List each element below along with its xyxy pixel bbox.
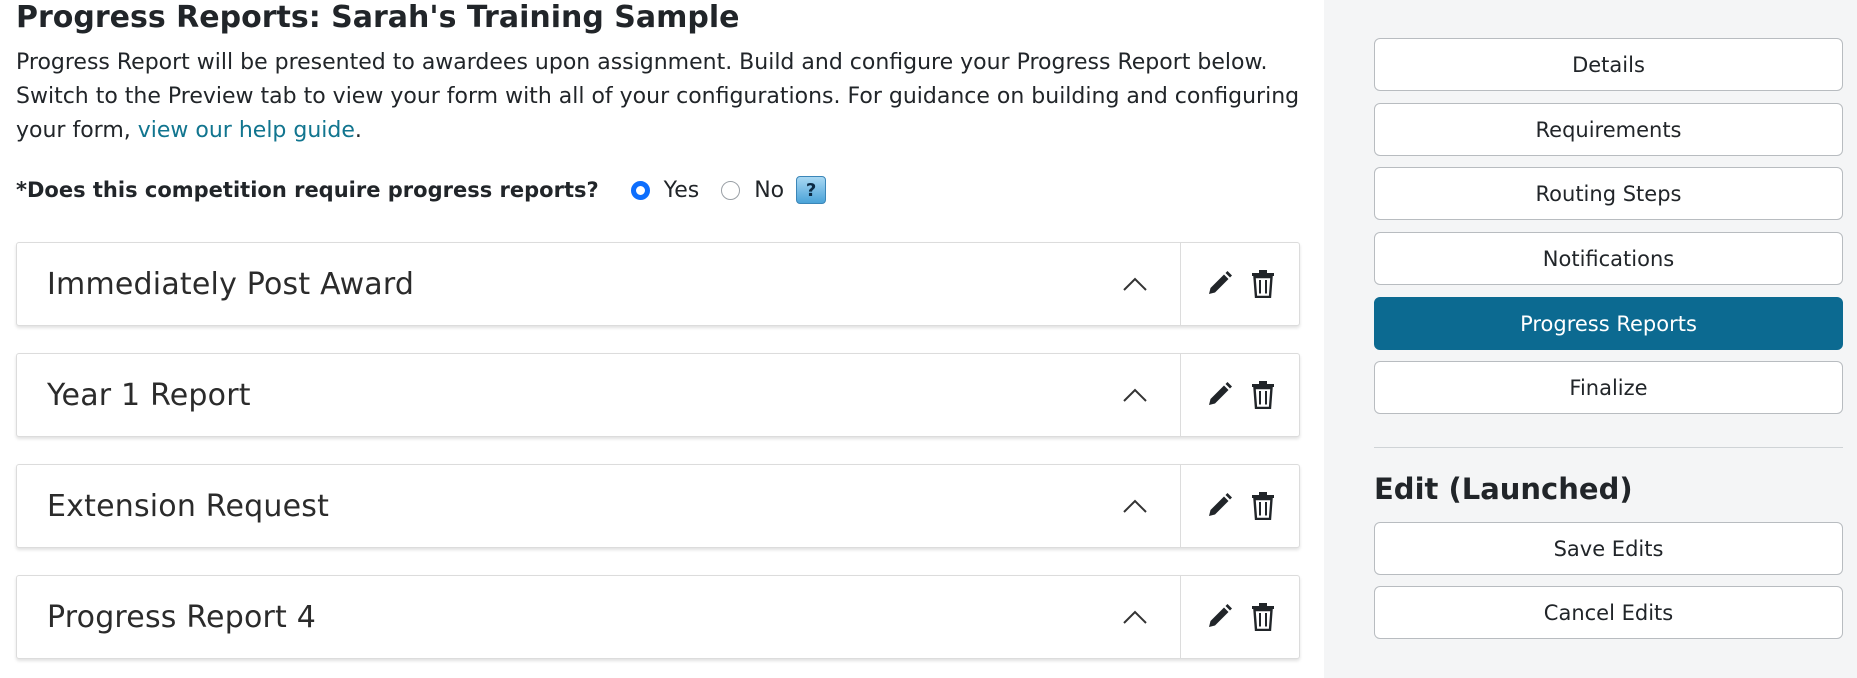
trash-icon[interactable] bbox=[1251, 603, 1275, 631]
report-title: Immediately Post Award bbox=[47, 266, 415, 302]
pencil-icon[interactable] bbox=[1205, 492, 1233, 520]
page-description: Progress Report will be presented to awa… bbox=[16, 46, 1306, 148]
radio-yes-label: Yes bbox=[663, 177, 700, 203]
nav-details-button[interactable]: Details bbox=[1374, 38, 1843, 91]
report-actions bbox=[1181, 576, 1299, 658]
progress-reports-question: *Does this competition require progress … bbox=[16, 172, 827, 208]
pencil-icon[interactable] bbox=[1205, 603, 1233, 631]
sidebar: Details Requirements Routing Steps Notif… bbox=[1324, 0, 1857, 678]
report-actions bbox=[1181, 354, 1299, 436]
page-title: Progress Reports: Sarah's Training Sampl… bbox=[16, 0, 740, 35]
sidebar-divider bbox=[1374, 447, 1843, 448]
help-guide-link[interactable]: view our help guide bbox=[138, 118, 355, 143]
chevron-up-icon[interactable] bbox=[1122, 387, 1148, 403]
report-card-header[interactable]: Progress Report 4 bbox=[17, 576, 1181, 658]
nav-finalize-button[interactable]: Finalize bbox=[1374, 361, 1843, 414]
edit-section-title: Edit (Launched) bbox=[1374, 472, 1633, 506]
radio-yes[interactable] bbox=[630, 180, 650, 200]
trash-icon[interactable] bbox=[1251, 492, 1275, 520]
save-edits-button[interactable]: Save Edits bbox=[1374, 522, 1843, 575]
report-card: Progress Report 4 bbox=[16, 575, 1300, 659]
report-actions bbox=[1181, 465, 1299, 547]
report-card: Immediately Post Award bbox=[16, 242, 1300, 326]
report-title: Progress Report 4 bbox=[47, 599, 317, 635]
report-title: Year 1 Report bbox=[47, 377, 251, 413]
nav-progress-reports-button[interactable]: Progress Reports bbox=[1374, 297, 1843, 350]
radio-option-no[interactable]: No bbox=[721, 178, 784, 203]
nav-routing-steps-button[interactable]: Routing Steps bbox=[1374, 167, 1843, 220]
radio-option-yes[interactable]: Yes bbox=[630, 177, 700, 203]
report-actions bbox=[1181, 243, 1299, 325]
chevron-up-icon[interactable] bbox=[1122, 498, 1148, 514]
report-card-header[interactable]: Extension Request bbox=[17, 465, 1181, 547]
report-title: Extension Request bbox=[47, 488, 330, 524]
trash-icon[interactable] bbox=[1251, 381, 1275, 409]
chevron-up-icon[interactable] bbox=[1122, 609, 1148, 625]
radio-no-label: No bbox=[754, 177, 785, 203]
description-end: . bbox=[354, 118, 362, 143]
report-card: Year 1 Report bbox=[16, 353, 1300, 437]
pencil-icon[interactable] bbox=[1205, 381, 1233, 409]
question-label: *Does this competition require progress … bbox=[16, 178, 599, 202]
pencil-icon[interactable] bbox=[1205, 270, 1233, 298]
report-card-header[interactable]: Immediately Post Award bbox=[17, 243, 1181, 325]
report-card-header[interactable]: Year 1 Report bbox=[17, 354, 1181, 436]
cancel-edits-button[interactable]: Cancel Edits bbox=[1374, 586, 1843, 639]
nav-requirements-button[interactable]: Requirements bbox=[1374, 103, 1843, 156]
nav-notifications-button[interactable]: Notifications bbox=[1374, 232, 1843, 285]
help-icon[interactable]: ? bbox=[796, 176, 827, 204]
trash-icon[interactable] bbox=[1251, 270, 1275, 298]
report-card: Extension Request bbox=[16, 464, 1300, 548]
radio-no[interactable] bbox=[721, 180, 741, 200]
chevron-up-icon[interactable] bbox=[1122, 276, 1148, 292]
